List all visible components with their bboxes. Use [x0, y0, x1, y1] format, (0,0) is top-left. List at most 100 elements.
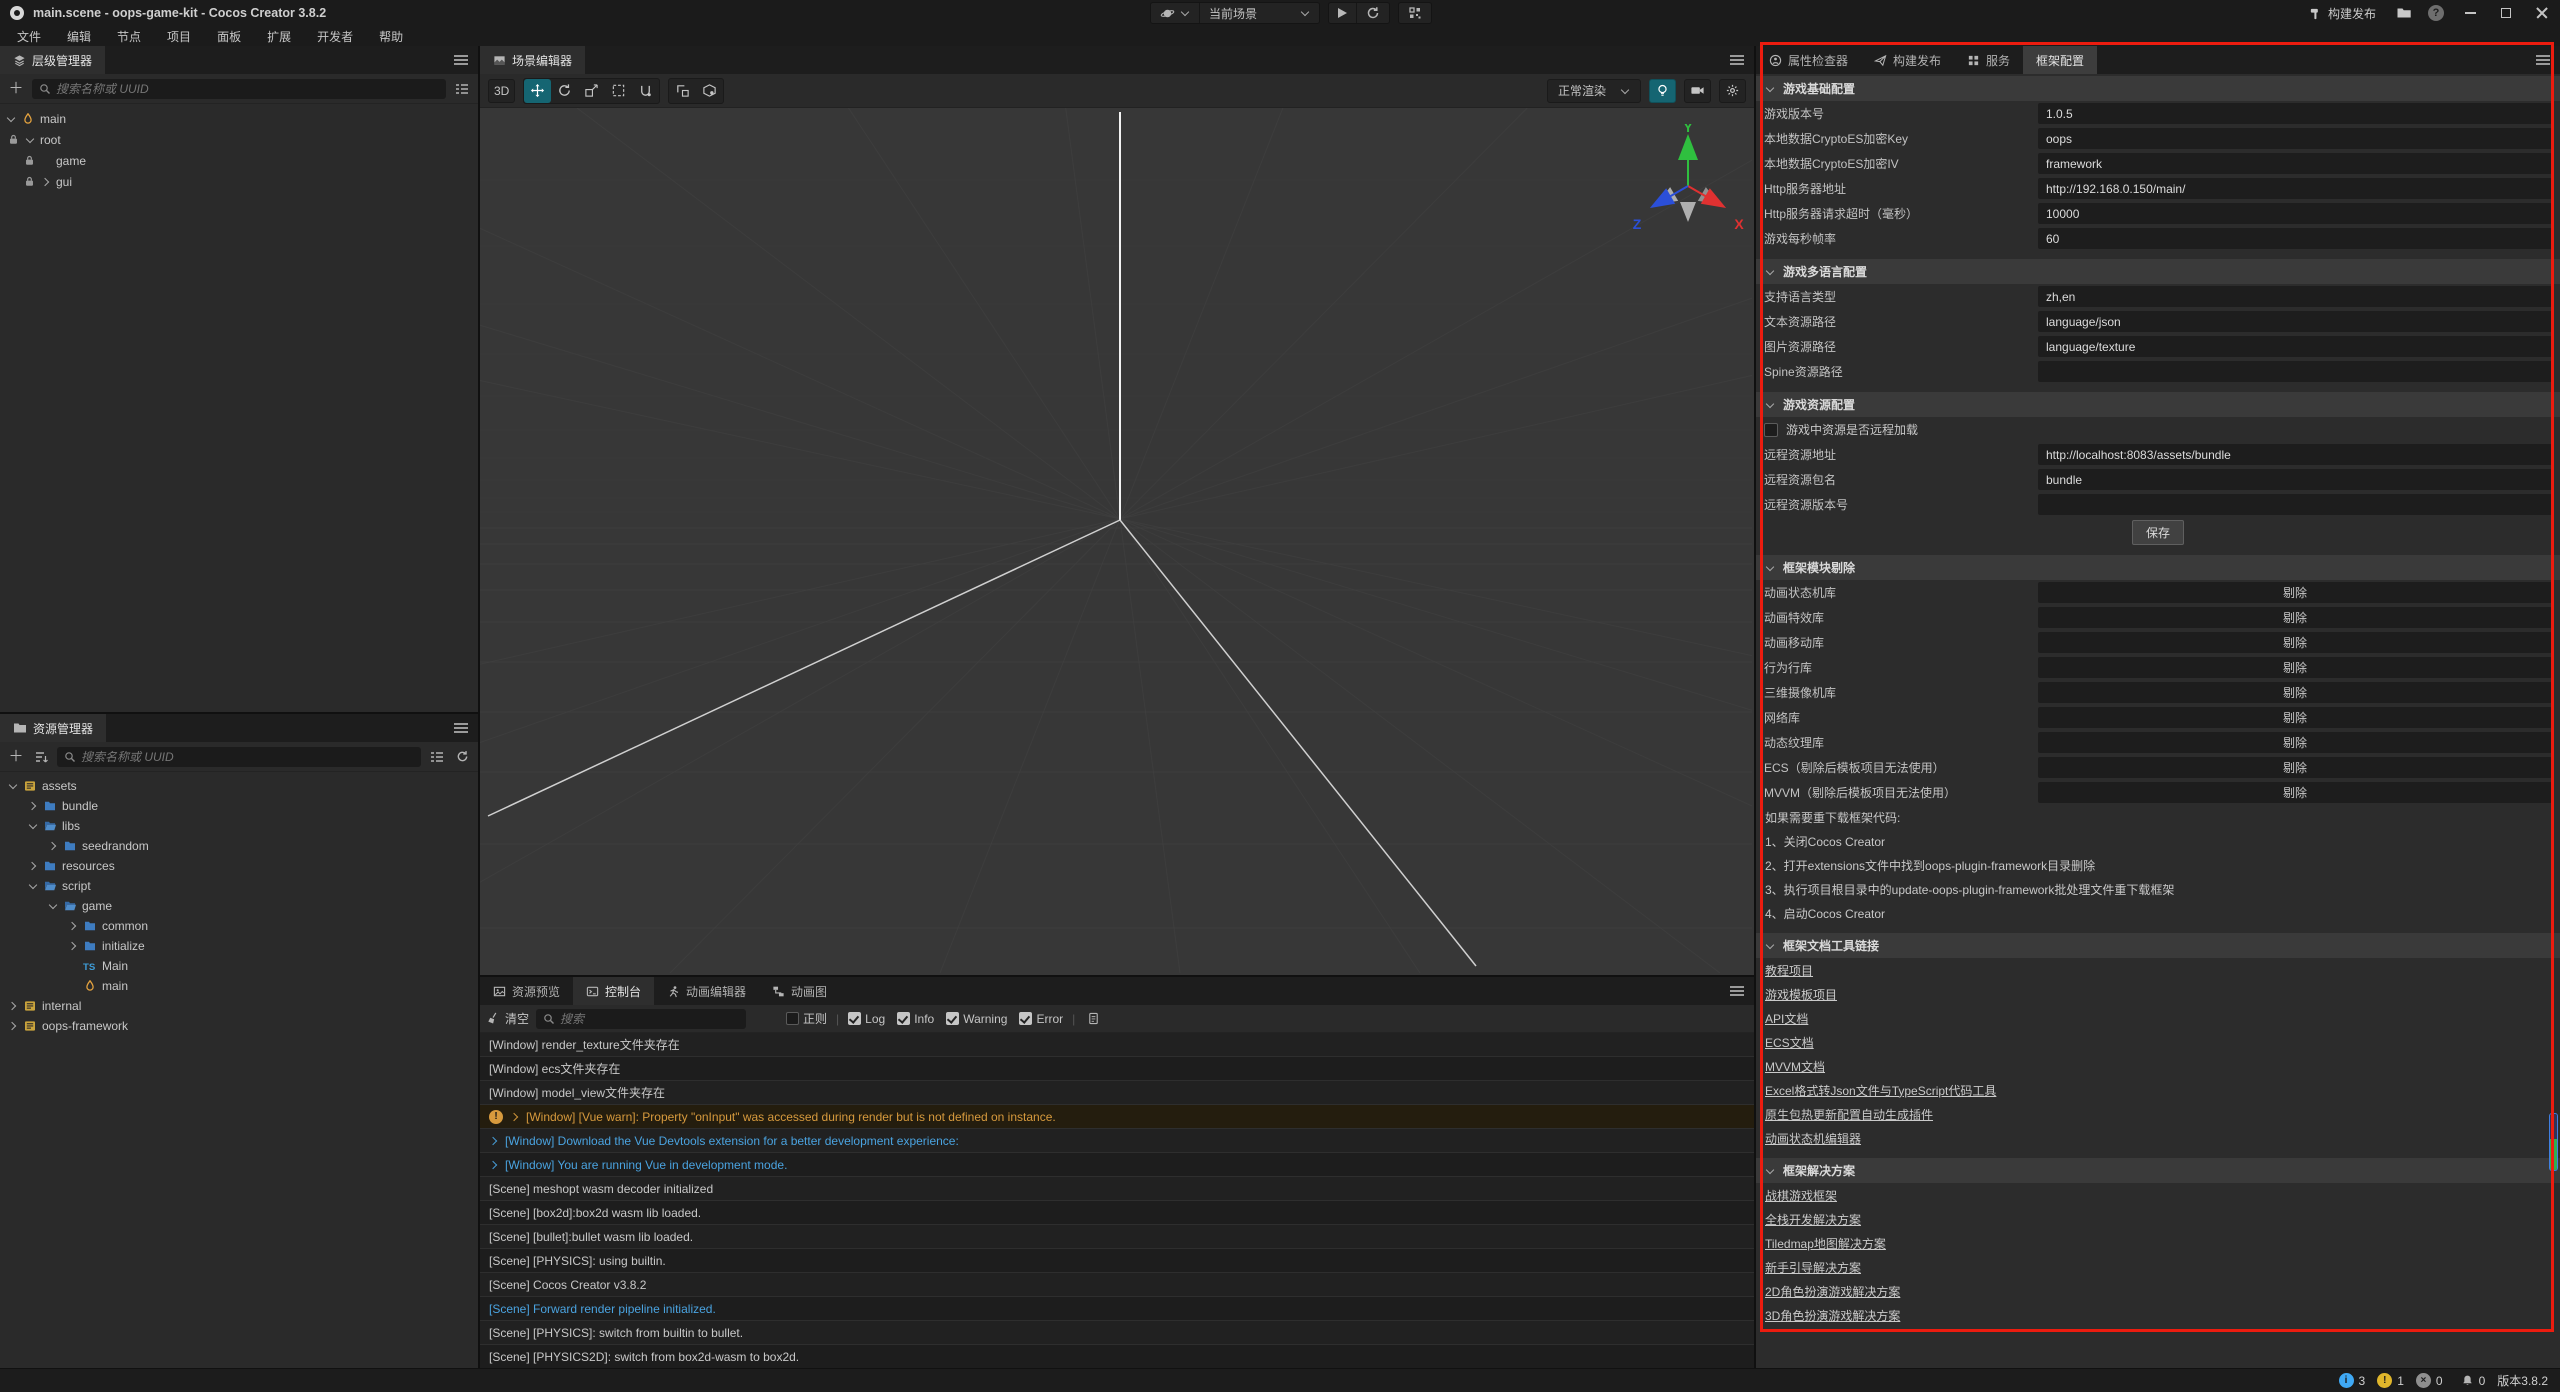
tree-node-gui[interactable]: gui — [0, 171, 478, 192]
link-API文档[interactable]: API文档 — [1765, 1010, 1808, 1027]
link-新手引导解决方案[interactable]: 新手引导解决方案 — [1765, 1259, 1861, 1276]
menu-4[interactable]: 面板 — [204, 28, 254, 45]
field-input[interactable]: language/texture — [2038, 336, 2552, 357]
assets-menu-button[interactable] — [454, 714, 478, 742]
add-node-button[interactable]: ＋ — [7, 81, 25, 96]
tab-框架配置[interactable]: 框架配置 — [2023, 46, 2097, 74]
remove-button[interactable]: 剔除 — [2038, 632, 2552, 653]
tree-node-Main[interactable]: TSMain — [0, 956, 478, 976]
status-info-count[interactable]: i 3 — [2339, 1373, 2366, 1388]
remove-button[interactable]: 剔除 — [2038, 757, 2552, 778]
axis-gizmo[interactable]: Y X Z — [1628, 124, 1748, 236]
tab-动画图[interactable]: 动画图 — [759, 977, 840, 1005]
scene-select-dropdown[interactable]: 当前场景 — [1199, 3, 1319, 23]
tree-node-main[interactable]: main — [0, 976, 478, 996]
close-button[interactable] — [2524, 0, 2560, 26]
link-全栈开发解决方案[interactable]: 全栈开发解决方案 — [1765, 1211, 1861, 1228]
expand-chevron-right-icon[interactable] — [48, 841, 58, 851]
link-教程项目[interactable]: 教程项目 — [1765, 962, 1813, 979]
field-input[interactable] — [2038, 361, 2552, 382]
section-header-框架解决方案[interactable]: 框架解决方案 — [1756, 1158, 2560, 1183]
section-header-游戏多语言配置[interactable]: 游戏多语言配置 — [1756, 259, 2560, 284]
expand-chevron-down-icon[interactable] — [8, 781, 18, 791]
section-header-游戏基础配置[interactable]: 游戏基础配置 — [1756, 76, 2560, 101]
log-row[interactable]: [Window] You are running Vue in developm… — [480, 1153, 1754, 1177]
gizmo-scale-button[interactable] — [578, 79, 605, 103]
tree-node-script[interactable]: script — [0, 876, 478, 896]
filter-log-checkbox[interactable]: Log — [848, 1012, 885, 1026]
field-input[interactable]: oops — [2038, 128, 2552, 149]
expand-chevron-right-icon[interactable] — [68, 941, 78, 951]
assets-refresh-button[interactable] — [453, 750, 471, 763]
tree-node-bundle[interactable]: bundle — [0, 796, 478, 816]
gizmo-move-button[interactable] — [524, 79, 551, 103]
section-header-框架模块剔除[interactable]: 框架模块剔除 — [1756, 555, 2560, 580]
expand-chevron-down-icon[interactable] — [6, 114, 16, 124]
field-input[interactable]: 10000 — [2038, 203, 2552, 224]
status-error-count[interactable]: × 0 — [2416, 1373, 2443, 1388]
tab-服务[interactable]: 服务 — [1954, 46, 2023, 74]
expand-chevron-down-icon[interactable] — [25, 135, 35, 145]
expand-chevron-right-icon[interactable] — [8, 1001, 18, 1011]
gizmo-rotate-button[interactable] — [551, 79, 578, 103]
build-publish-button[interactable]: 构建发布 — [2297, 5, 2388, 22]
console-menu-button[interactable] — [1730, 977, 1754, 1005]
gizmo-transform-button[interactable] — [632, 79, 659, 103]
remove-button[interactable]: 剔除 — [2038, 607, 2552, 628]
scene-gear-button[interactable] — [1719, 79, 1746, 103]
mode-3d-button[interactable]: 3D — [488, 79, 515, 103]
inspector-scrollbar-thumb[interactable] — [2549, 1113, 2558, 1171]
tree-node-game[interactable]: game — [0, 150, 478, 171]
save-button[interactable]: 保存 — [2132, 520, 2184, 545]
field-input[interactable]: bundle — [2038, 469, 2552, 490]
filter-warning-checkbox[interactable]: Warning — [946, 1012, 1007, 1026]
hierarchy-filter-button[interactable] — [453, 83, 471, 95]
add-asset-button[interactable]: ＋ — [7, 749, 25, 764]
remove-button[interactable]: 剔除 — [2038, 582, 2552, 603]
link-动画状态机编辑器[interactable]: 动画状态机编辑器 — [1765, 1130, 1861, 1147]
maximize-button[interactable] — [2488, 0, 2524, 26]
menu-5[interactable]: 扩展 — [254, 28, 304, 45]
remove-button[interactable]: 剔除 — [2038, 657, 2552, 678]
expand-chevron-down-icon[interactable] — [28, 881, 38, 891]
section-header-框架文档工具链接[interactable]: 框架文档工具链接 — [1756, 933, 2560, 958]
tab-scene-editor[interactable]: 场景编辑器 — [480, 46, 585, 74]
status-warning-count[interactable]: ! 1 — [2377, 1373, 2404, 1388]
tree-node-internal[interactable]: internal — [0, 996, 478, 1016]
status-notifications[interactable]: 0 — [2461, 1374, 2486, 1388]
tree-node-root[interactable]: root — [0, 129, 478, 150]
tab-动画编辑器[interactable]: 动画编辑器 — [654, 977, 759, 1005]
link-3D角色扮演游戏解决方案[interactable]: 3D角色扮演游戏解决方案 — [1765, 1307, 1900, 1324]
tree-node-resources[interactable]: resources — [0, 856, 478, 876]
tab-assets[interactable]: 资源管理器 — [0, 714, 106, 742]
camera-settings-button[interactable] — [1684, 79, 1711, 103]
platform-select-button[interactable] — [1151, 3, 1199, 23]
expand-chevron-right-icon[interactable] — [41, 177, 51, 187]
expand-chevron-right-icon[interactable] — [28, 861, 38, 871]
console-search-input[interactable]: 搜索 — [536, 1009, 746, 1029]
checkbox-icon[interactable] — [1764, 423, 1778, 437]
restart-button[interactable] — [1356, 3, 1389, 23]
link-Tiledmap地图解决方案[interactable]: Tiledmap地图解决方案 — [1765, 1235, 1886, 1252]
hierarchy-menu-button[interactable] — [454, 46, 478, 74]
scene-viewport[interactable]: Y X Z — [480, 108, 1754, 975]
expand-chevron-right-icon[interactable] — [510, 1112, 519, 1121]
link-MVVM文档[interactable]: MVVM文档 — [1765, 1058, 1825, 1075]
link-Excel格式转Json文件与TypeScript代码工具[interactable]: Excel格式转Json文件与TypeScript代码工具 — [1765, 1082, 1996, 1099]
section-header-游戏资源配置[interactable]: 游戏资源配置 — [1756, 392, 2560, 417]
tree-node-assets[interactable]: assets — [0, 776, 478, 796]
tree-node-seedrandom[interactable]: seedrandom — [0, 836, 478, 856]
tree-node-main[interactable]: main — [0, 108, 478, 129]
coordinate-button[interactable] — [696, 79, 723, 103]
field-input[interactable]: framework — [2038, 153, 2552, 174]
menu-0[interactable]: 文件 — [4, 28, 54, 45]
help-button[interactable]: ? — [2420, 0, 2452, 26]
menu-2[interactable]: 节点 — [104, 28, 154, 45]
console-log-detail-button[interactable] — [1084, 1012, 1102, 1025]
menu-3[interactable]: 项目 — [154, 28, 204, 45]
menu-7[interactable]: 帮助 — [366, 28, 416, 45]
expand-chevron-down-icon[interactable] — [48, 901, 58, 911]
log-row[interactable]: [Window] Download the Vue Devtools exten… — [480, 1129, 1754, 1153]
render-mode-dropdown[interactable]: 正常渲染 — [1547, 79, 1641, 103]
field-input[interactable]: http://192.168.0.150/main/ — [2038, 178, 2552, 199]
